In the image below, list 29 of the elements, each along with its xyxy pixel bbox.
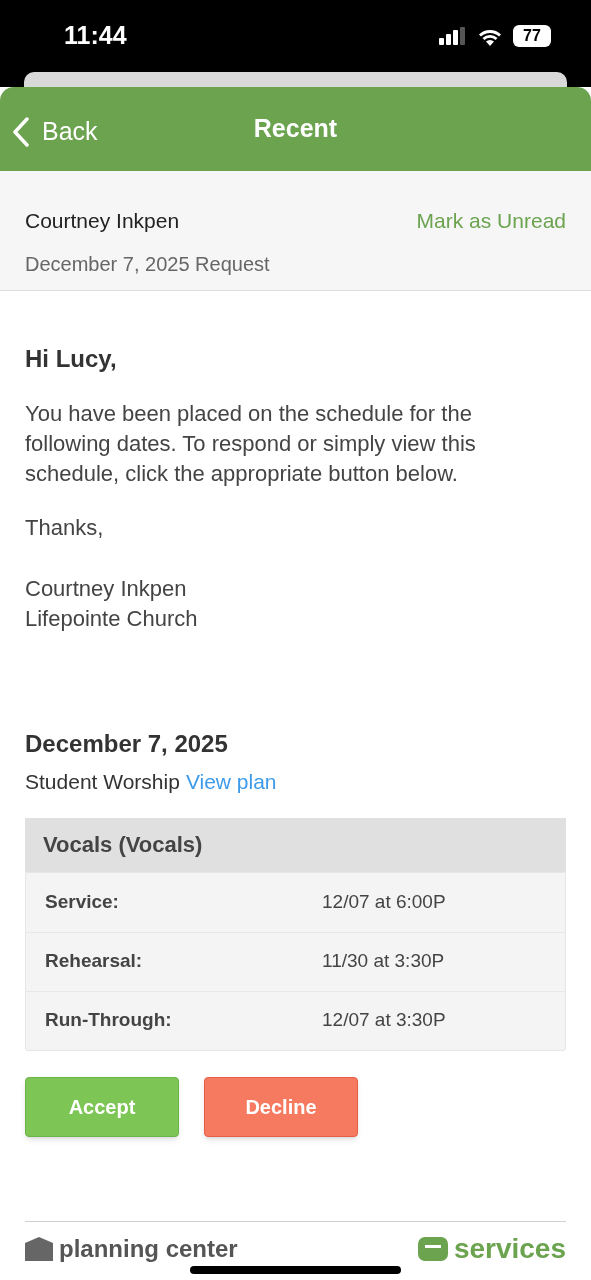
view-plan-link[interactable]: View plan xyxy=(185,766,277,798)
time-value: 11/30 at 3:30P xyxy=(322,949,445,974)
screen-title: Recent xyxy=(253,113,338,145)
signal-icon xyxy=(439,27,467,45)
sender-name: Courtney Inkpen xyxy=(25,208,181,234)
time-label: Service: xyxy=(45,889,120,914)
time-value: 12/07 at 3:30P xyxy=(322,1008,446,1033)
product-name: services xyxy=(453,1234,566,1263)
closing: Thanks, xyxy=(25,514,105,542)
signature-line: Lifepointe Church xyxy=(25,605,199,633)
battery-icon: 77 xyxy=(513,25,551,47)
message-body: You have been placed on the schedule for the following dates. To respond or simply view this schedule, click the appropriate button below. xyxy=(25,400,477,488)
decline-button[interactable]: Decline xyxy=(204,1076,358,1137)
logo-icon xyxy=(25,1236,53,1261)
greeting: Hi Lucy, xyxy=(25,344,118,374)
back-button[interactable]: Back xyxy=(12,113,98,151)
mark-unread-link[interactable]: Mark as Unread xyxy=(416,205,566,237)
time-label: Rehearsal: xyxy=(45,949,144,974)
chevron-left-icon xyxy=(12,116,30,147)
time-value: 12/07 at 6:00P xyxy=(322,889,446,914)
service-type: Student Worship xyxy=(25,769,180,795)
status-time: 11:44 xyxy=(64,20,127,52)
accept-button[interactable]: Accept xyxy=(25,1076,179,1137)
position-header: Vocals (Vocals) xyxy=(25,817,566,872)
time-label: Run-Through: xyxy=(45,1008,173,1033)
request-subtitle: December 7, 2025 Request xyxy=(25,251,270,277)
plan-date: December 7, 2025 xyxy=(25,729,229,759)
brand-name: planning center xyxy=(59,1236,238,1261)
signature-line: Courtney Inkpen xyxy=(25,575,188,603)
